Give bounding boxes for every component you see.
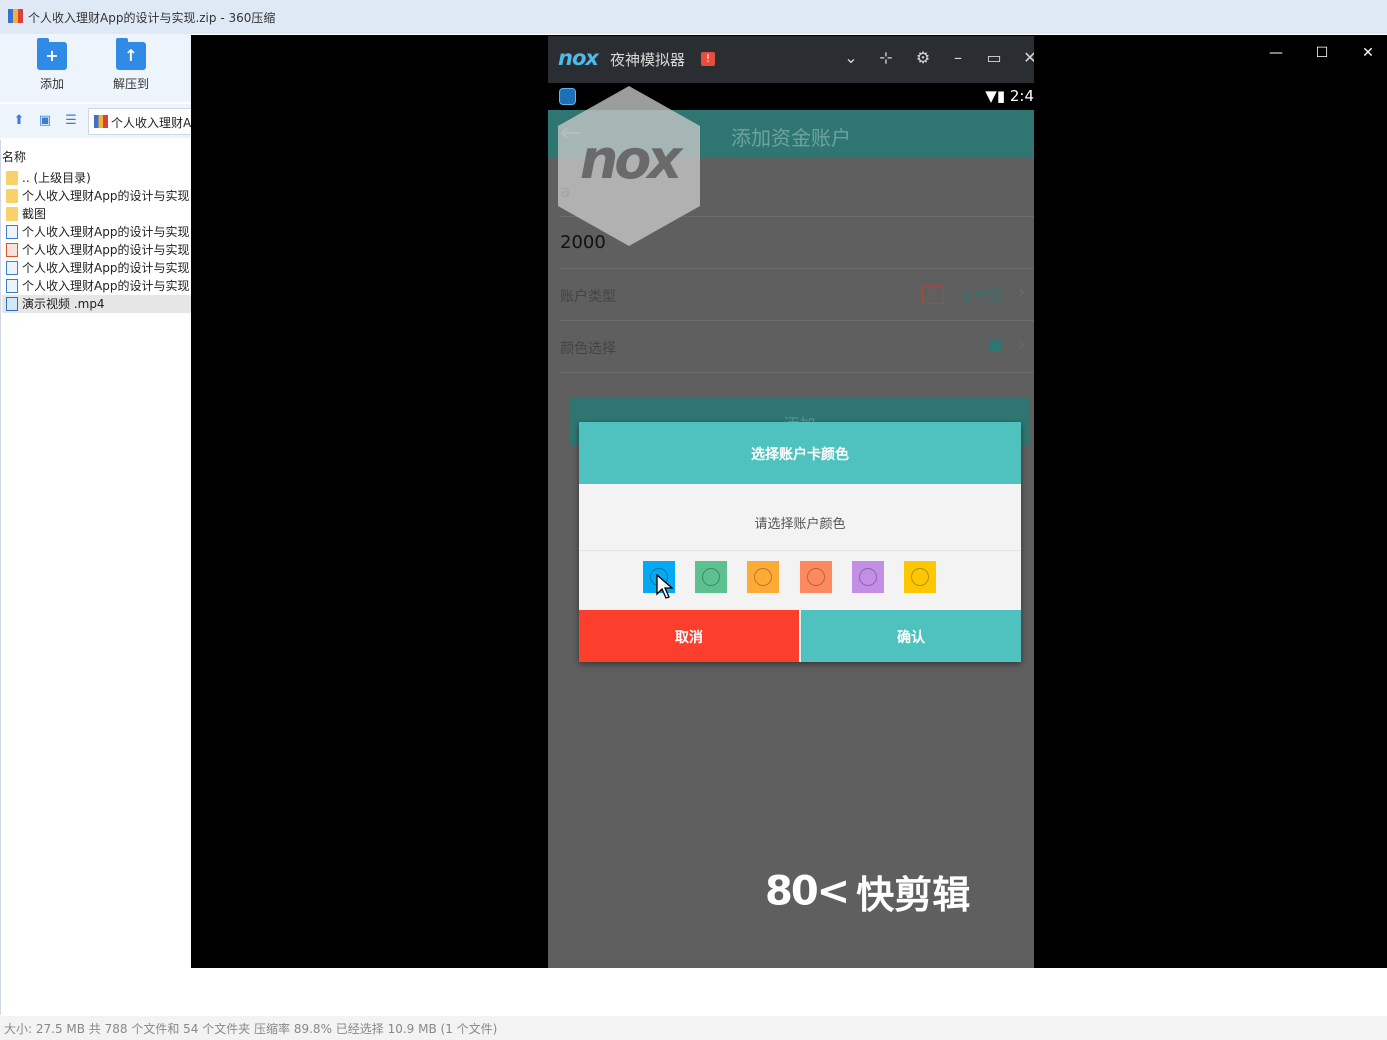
column-header-name[interactable]: 名称 — [2, 148, 26, 165]
toolbar: + 添加 ↑ 解压到 — [0, 34, 191, 102]
radio-ring-icon — [702, 568, 721, 586]
list-item-label: 个人收入理财App的设计与实现 — [22, 279, 190, 293]
divider — [560, 320, 1034, 321]
radio-ring-icon — [911, 568, 929, 586]
address-bar: ⬆ ▣ ☰ 个人收入理财A — [0, 104, 192, 138]
battery-icon: ▮ — [996, 87, 1006, 105]
color-picker-dialog: 选择账户卡颜色 请选择账户颜色 取消 确认 — [579, 422, 1021, 662]
chevron-down-icon[interactable]: ⌄ — [841, 48, 861, 67]
gear-icon[interactable]: ⚙ — [913, 48, 933, 67]
extract-button[interactable]: ↑ 解压到 — [101, 34, 161, 92]
kuaijianji-watermark: 80< 快剪辑 — [765, 864, 970, 919]
wifi-icon: ▼ — [985, 87, 997, 105]
account-type-value[interactable]: 支付宝 — [960, 286, 1002, 306]
list-item[interactable]: 个人收入理财App的设计与实现 — [2, 223, 192, 241]
confirm-button[interactable]: 确认 — [801, 610, 1021, 662]
dialog-message: 请选择账户颜色 — [754, 517, 846, 532]
close-icon[interactable]: ✕ — [1020, 48, 1034, 67]
color-swatch-option[interactable] — [851, 561, 884, 593]
radio-ring-icon — [858, 568, 877, 586]
list-view-icon[interactable]: ☰ — [64, 114, 78, 128]
radio-ring-icon — [754, 568, 773, 586]
cancel-button[interactable]: 取消 — [579, 610, 799, 662]
color-swatch-option[interactable] — [799, 561, 832, 593]
file-list: 名称 .. (上级目录) 个人收入理财App的设计与实现 截图 个人收入理财App的设… — [0, 140, 192, 1015]
cancel-button-label: 取消 — [675, 630, 703, 646]
up-arrow-icon[interactable]: ⬆ — [12, 114, 26, 128]
color-swatch-option[interactable] — [695, 561, 728, 593]
mouse-cursor-icon — [656, 574, 674, 599]
zip-app-icon — [8, 9, 23, 23]
list-item[interactable]: 个人收入理财App的设计与实现 — [2, 259, 192, 277]
doc-icon — [6, 225, 18, 239]
maximize-icon[interactable]: ☐ — [1312, 45, 1332, 61]
divider — [560, 372, 1034, 373]
list-item[interactable]: 个人收入理财App的设计与实现 — [2, 241, 192, 259]
pin-icon[interactable]: ⊹ — [876, 48, 896, 67]
warning-icon[interactable]: ! — [701, 52, 715, 66]
radio-ring-icon — [806, 568, 825, 586]
folder-icon — [6, 207, 18, 221]
list-item-label: 个人收入理财App的设计与实现 — [22, 243, 190, 257]
path-text: 个人收入理财A — [111, 116, 192, 130]
amount-input[interactable]: 2000 — [560, 232, 606, 253]
close-icon[interactable]: ✕ — [1358, 45, 1378, 61]
folder-icon — [6, 189, 18, 203]
list-item-label: 个人收入理财App的设计与实现 — [22, 189, 190, 203]
add-button[interactable]: + 添加 — [22, 34, 82, 92]
nox-logo: nox — [558, 46, 599, 70]
confirm-button-label: 确认 — [897, 630, 925, 646]
dialog-header: 选择账户卡颜色 — [579, 422, 1021, 484]
kuaijianji-logo: 80< — [765, 868, 850, 915]
extract-folder-icon: ↑ — [116, 38, 146, 70]
extract-button-label: 解压到 — [112, 77, 149, 91]
list-item[interactable]: 个人收入理财App的设计与实现 — [2, 277, 192, 295]
doc-icon — [6, 261, 18, 275]
add-folder-icon: + — [37, 38, 67, 70]
maximize-icon[interactable]: ▭ — [984, 48, 1004, 67]
list-item-label: 个人收入理财App的设计与实现 — [22, 225, 190, 239]
path-input[interactable]: 个人收入理财A — [88, 108, 192, 135]
minimize-icon[interactable]: — — [1266, 45, 1286, 61]
nox-app-name: 夜神模拟器 — [610, 51, 686, 69]
nox-watermark-text: nox — [579, 128, 682, 191]
alipay-icon: 了 — [922, 286, 944, 304]
list-item-label: 截图 — [22, 207, 47, 221]
status-bar: 大小: 27.5 MB 共 788 个文件和 54 个文件夹 压缩率 89.8%… — [0, 1016, 1387, 1040]
list-item-label: 演示视频 .mp4 — [22, 297, 105, 311]
color-swatch-option[interactable] — [904, 561, 936, 593]
list-item-label: 个人收入理财App的设计与实现 — [22, 261, 190, 275]
status-time: 2:4 — [1009, 87, 1034, 105]
dialog-title: 选择账户卡颜色 — [751, 447, 849, 463]
app-notification-icon — [559, 88, 576, 105]
view-icon[interactable]: ▣ — [38, 114, 52, 128]
chevron-right-icon: › — [1018, 334, 1026, 355]
color-select-label[interactable]: 颜色选择 — [560, 338, 616, 358]
nox-titlebar: nox 夜神模拟器 ! ⌄ ⊹ ⚙ – ▭ ✕ — [548, 36, 1034, 83]
account-type-label[interactable]: 账户类型 — [560, 286, 616, 306]
chevron-right-icon: › — [1018, 282, 1026, 303]
list-item[interactable]: 截图 — [2, 205, 192, 223]
add-button-label: 添加 — [39, 77, 64, 91]
folder-icon — [6, 171, 18, 185]
video-icon — [6, 297, 18, 311]
list-item-label: .. (上级目录) — [22, 171, 91, 185]
zip-file-icon — [94, 115, 108, 128]
list-item[interactable]: 演示视频 .mp4 — [2, 295, 192, 313]
divider — [560, 268, 1034, 269]
color-swatch-option[interactable] — [747, 561, 780, 593]
selected-color-swatch — [990, 340, 1002, 352]
list-item[interactable]: .. (上级目录) — [2, 169, 192, 187]
kuaijianji-text: 快剪辑 — [856, 873, 971, 917]
status-text: 大小: 27.5 MB 共 788 个文件和 54 个文件夹 压缩率 89.8%… — [4, 1022, 498, 1036]
divider — [579, 550, 1021, 551]
doc-icon — [6, 279, 18, 293]
window-titlebar: 个人收入理财App的设计与实现.zip - 360压缩 — [0, 0, 1387, 34]
minimize-icon[interactable]: – — [948, 48, 968, 67]
system-status: ▼▮ 2:4 — [985, 87, 1034, 105]
list-item[interactable]: 个人收入理财App的设计与实现 — [2, 187, 192, 205]
window-title: 个人收入理财App的设计与实现.zip - 360压缩 — [28, 11, 276, 25]
ppt-icon — [6, 243, 18, 257]
